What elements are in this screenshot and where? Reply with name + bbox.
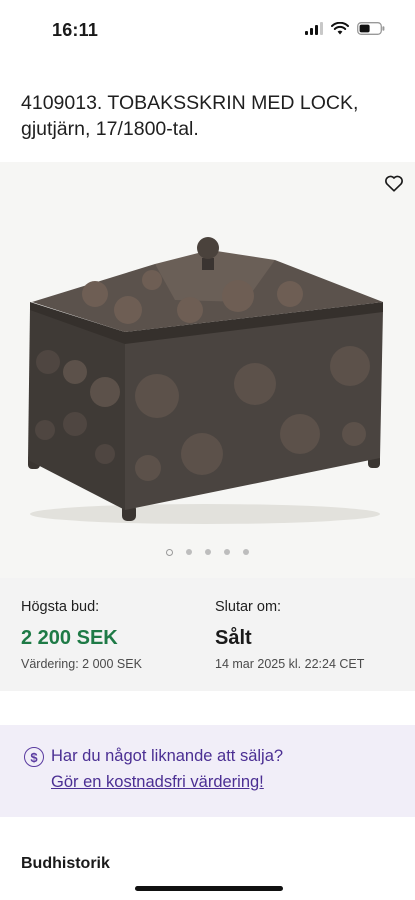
valuation-text: Värdering: 2 000 SEK — [21, 657, 142, 671]
cellular-signal-icon — [305, 22, 323, 35]
product-image — [28, 237, 383, 524]
gallery-dot-4[interactable] — [224, 549, 230, 555]
free-valuation-link[interactable]: Gör en kostnadsfri värdering! — [51, 773, 264, 792]
highest-bid-value: 2 200 SEK — [21, 627, 118, 649]
gallery-dot-1[interactable] — [166, 549, 173, 556]
ends-column: Slutar om: Sålt 14 mar 2025 kl. 22:24 CE… — [215, 599, 364, 671]
bid-history-heading[interactable]: Budhistorik — [21, 855, 110, 873]
sell-question: Har du något liknande att sälja? — [51, 747, 284, 765]
ends-value: Sålt — [215, 627, 252, 649]
status-time: 16:11 — [52, 20, 99, 40]
gallery-pagination[interactable] — [0, 549, 415, 556]
favorite-heart-icon[interactable] — [383, 172, 405, 194]
sell-banner: $ Har du något liknande att sälja? Gör e… — [0, 725, 415, 817]
wifi-icon — [331, 22, 349, 35]
highest-bid-column: Högsta bud: 2 200 SEK Värdering: 2 000 S… — [21, 599, 142, 671]
image-gallery[interactable] — [0, 162, 415, 578]
highest-bid-label: Högsta bud: — [21, 599, 100, 615]
battery-icon — [357, 22, 385, 35]
gallery-dot-2[interactable] — [186, 549, 192, 555]
bid-panel: Högsta bud: 2 200 SEK Värdering: 2 000 S… — [0, 578, 415, 691]
gallery-dot-5[interactable] — [243, 549, 249, 555]
gallery-dot-3[interactable] — [205, 549, 211, 555]
listing-title: 4109013. TOBAKSSKRIN MED LOCK, gjutjärn,… — [21, 92, 359, 140]
dollar-circle-icon: $ — [24, 747, 44, 767]
lid-knob — [197, 237, 219, 259]
status-bar: 16:11 — [0, 0, 415, 60]
status-icons — [305, 22, 385, 35]
ends-date: 14 mar 2025 kl. 22:24 CET — [215, 657, 365, 671]
ends-label: Slutar om: — [215, 599, 282, 615]
home-indicator[interactable] — [135, 886, 283, 891]
